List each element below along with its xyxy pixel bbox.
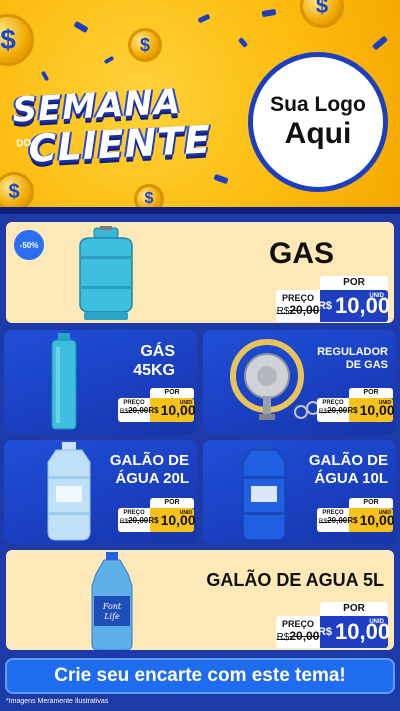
confetti-shape — [40, 70, 50, 82]
price-currency: R$ — [148, 515, 159, 525]
product-card-gas: -50% GAS POR PREÇO R$20,00 R$ 10,00 UNID — [4, 220, 396, 325]
coin-icon: $ — [128, 28, 162, 62]
price-unit: UNID — [369, 619, 384, 625]
price-old-block: PREÇO R$20,00 — [118, 398, 150, 422]
price-por-label: POR — [150, 388, 194, 398]
logo-text-line2: Aqui — [284, 117, 352, 150]
confetti-shape — [261, 8, 277, 18]
price-tag: POR PREÇO R$20,00 R$ 10,00 UNID — [276, 602, 390, 650]
price-por-label: POR — [320, 602, 388, 616]
svg-text:Life: Life — [103, 612, 120, 621]
product-title: GALÃO DE ÁGUA 10L — [308, 452, 388, 487]
price-tag: POR PREÇO R$20,00 R$ 10,00 UNID — [118, 498, 196, 534]
price-currency: R$ — [317, 626, 332, 638]
price-currency: R$ — [148, 405, 159, 415]
confetti-shape — [371, 35, 389, 51]
discount-badge: -50% — [14, 230, 44, 260]
price-old-value: R$20,00 — [276, 629, 320, 643]
price-unit: UNID — [378, 400, 391, 406]
price-currency: R$ — [347, 405, 358, 415]
gas-regulator-icon — [230, 339, 320, 420]
disclaimer-text: *Imagens Meramente Ilustrativas — [6, 698, 109, 705]
product-card-gas-45kg: GÁS 45KG POR PREÇO R$20,00 R$ 10,00 UNID — [4, 330, 197, 434]
logo-placeholder: Sua Logo Aqui — [248, 52, 388, 192]
product-title: GALÃO DE ÁGUA 20L — [109, 452, 189, 487]
product-card-galao-10l: GALÃO DE ÁGUA 10L POR PREÇO R$20,00 R$ 1… — [203, 440, 396, 544]
price-unit: UNID — [378, 510, 391, 516]
product-card-galao-5l: Font Life GALÃO DE AGUA 5L POR PREÇO R$2… — [4, 548, 396, 652]
confetti-shape — [237, 37, 249, 48]
product-title: REGULADOR DE GAS — [317, 346, 388, 372]
coin-icon: $ — [300, 0, 344, 28]
logo-text-line1: Sua Logo — [270, 93, 366, 116]
price-old-block: PREÇO R$20,00 — [317, 508, 349, 532]
price-preco-label: PREÇO — [281, 293, 314, 303]
gas-cylinder-tall-icon — [51, 333, 77, 430]
price-old-value: R$20,00 — [119, 516, 149, 525]
coin-icon: $ — [0, 14, 34, 66]
price-unit: UNID — [369, 293, 384, 299]
price-tag: POR PREÇO R$20,00 R$ 10,00 UNID — [118, 388, 196, 424]
price-por-label: POR — [349, 498, 393, 508]
price-old-value: R$20,00 — [119, 406, 149, 415]
price-tag: POR PREÇO R$20,00 R$ 10,00 UNID — [317, 498, 395, 534]
product-title: GÁS 45KG — [133, 343, 175, 380]
gas-cylinder-icon — [79, 226, 133, 320]
price-currency: R$ — [317, 300, 332, 312]
title-line-2: CLIENTE — [27, 117, 213, 171]
price-tag: POR PREÇO R$20,00 R$ 10,00 UNID — [317, 388, 395, 424]
price-por-label: POR — [320, 276, 388, 290]
confetti-shape — [103, 55, 115, 65]
confetti-shape — [197, 13, 211, 24]
price-old-block: PREÇO R$20,00 — [276, 290, 320, 322]
price-old-value: R$20,00 — [318, 406, 348, 415]
confetti-shape — [73, 20, 89, 34]
price-old-block: PREÇO R$20,00 — [317, 398, 349, 422]
price-unit: UNID — [179, 510, 192, 516]
header-banner: $ $ $ $ $ SEMANA DO CLIENTE Sua Logo Aqu… — [0, 0, 400, 214]
create-flyer-button[interactable]: Crie seu encarte com este tema! — [5, 658, 395, 694]
price-por-label: POR — [349, 388, 393, 398]
price-old-block: PREÇO R$20,00 — [276, 616, 320, 648]
product-card-regulador: REGULADOR DE GAS POR PREÇO R$20,00 R$ 10… — [203, 330, 396, 434]
price-tag: POR PREÇO R$20,00 R$ 10,00 UNID — [276, 276, 390, 323]
product-title: GAS — [268, 237, 334, 270]
title-block: SEMANA DO CLIENTE — [11, 80, 232, 191]
price-old-value: R$20,00 — [276, 303, 320, 317]
svg-text:Font: Font — [102, 602, 122, 611]
product-title: GALÃO DE AGUA 5L — [206, 570, 384, 590]
price-currency: R$ — [347, 515, 358, 525]
title-do: DO — [15, 137, 32, 150]
price-por-label: POR — [150, 498, 194, 508]
water-jug-10l-icon — [242, 442, 286, 541]
price-old-block: PREÇO R$20,00 — [118, 508, 150, 532]
price-preco-label: PREÇO — [281, 619, 314, 629]
product-card-galao-20l: GALÃO DE ÁGUA 20L POR PREÇO R$20,00 R$ 1… — [4, 440, 197, 544]
price-unit: UNID — [179, 400, 192, 406]
price-old-value: R$20,00 — [318, 516, 348, 525]
water-jug-20l-icon — [47, 442, 91, 541]
water-bottle-5l-icon: Font Life — [91, 552, 133, 650]
header-divider — [0, 207, 400, 214]
